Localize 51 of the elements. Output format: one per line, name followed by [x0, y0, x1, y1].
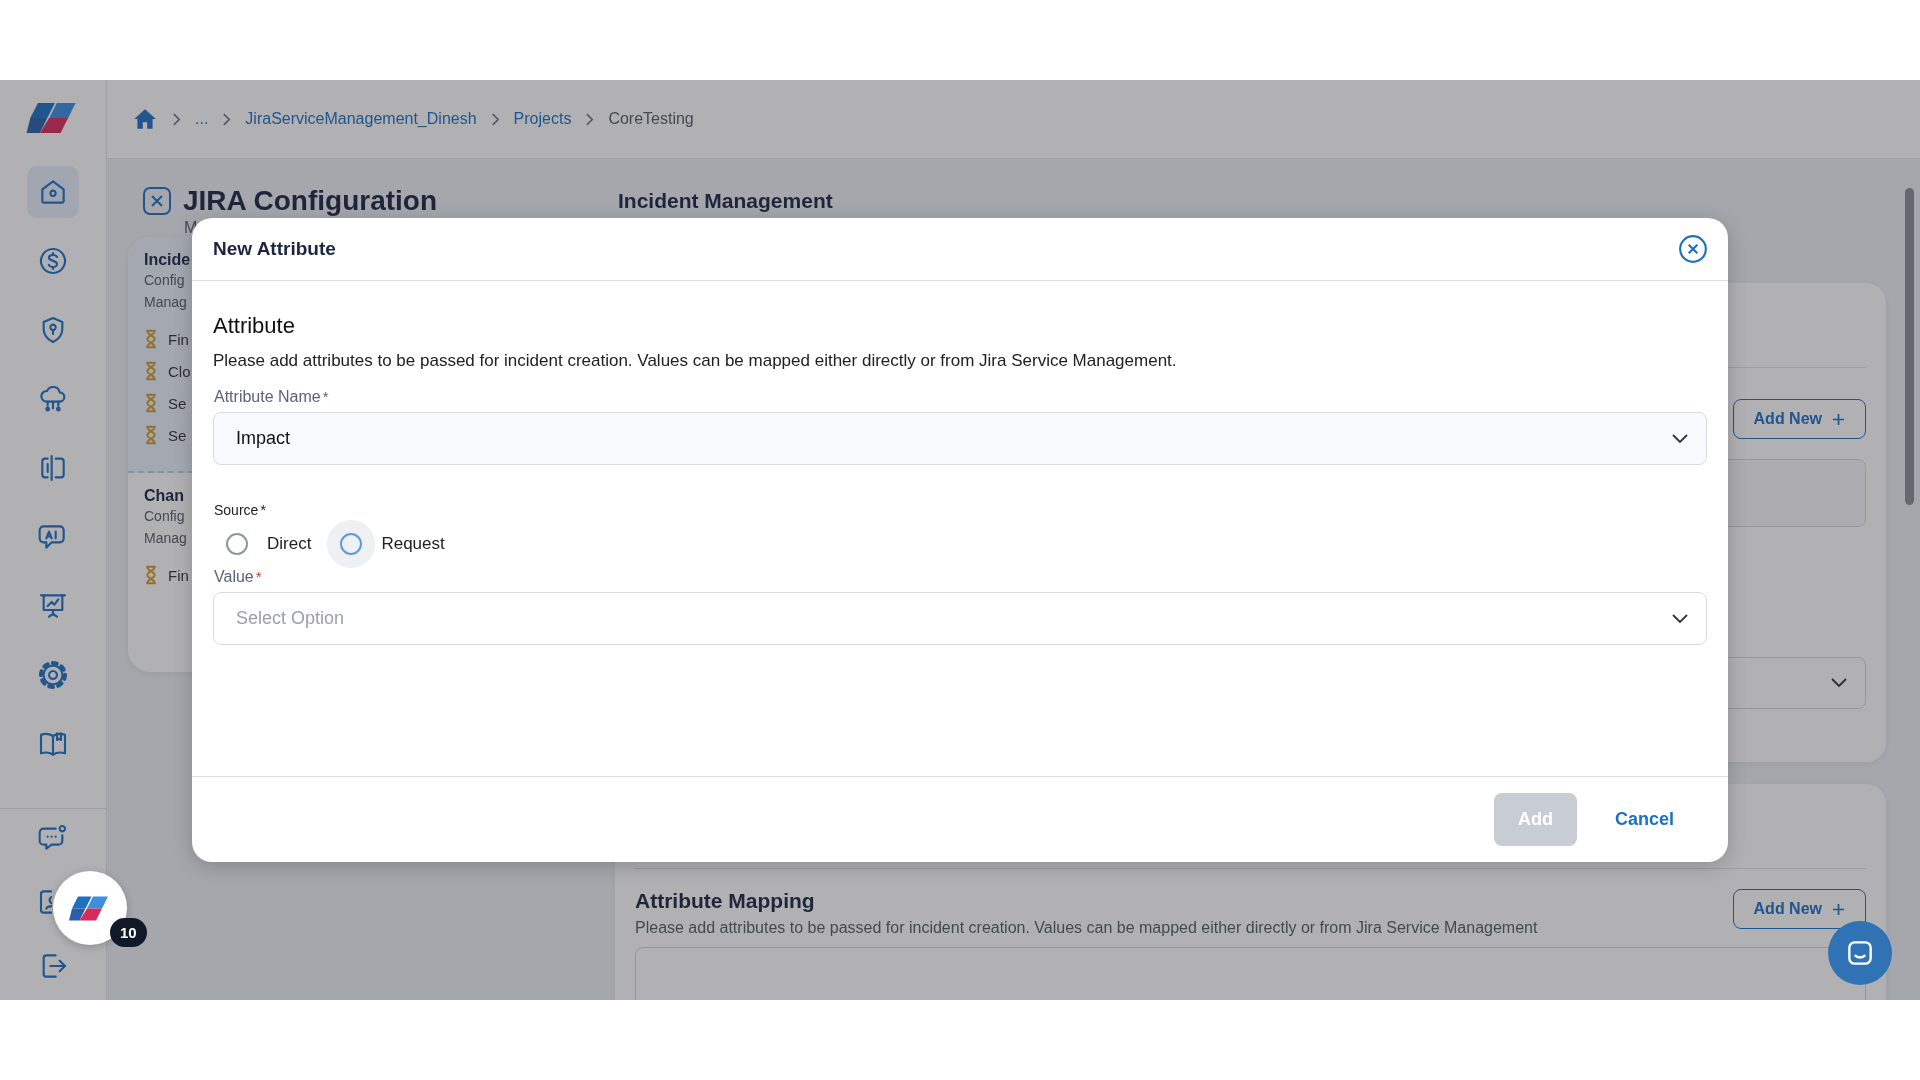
radio-label[interactable]: Direct: [267, 534, 312, 554]
chevron-down-icon: [1831, 678, 1847, 688]
section-text: Manag: [144, 529, 187, 548]
value-select[interactable]: Select Option: [213, 592, 1707, 645]
chevron-right-icon: [490, 111, 500, 127]
section-text: Config: [144, 271, 185, 290]
chevron-right-icon: [222, 111, 232, 127]
step-label: Fin: [168, 330, 189, 348]
chevron-down-icon: [1672, 613, 1688, 624]
notification-badge: 10: [110, 918, 147, 947]
section-heading: Incident Management: [617, 189, 834, 213]
chevron-right-icon: [585, 111, 595, 127]
scrollbar[interactable]: [1905, 188, 1914, 505]
chevron-right-icon: [172, 111, 181, 127]
section-heading: Attribute Mapping: [635, 889, 816, 913]
logo-icon: [69, 894, 111, 922]
section-description: Please add attributes to be passed for incident creation. Values can be mapped either directly or from Jira Service Management: [635, 919, 1538, 937]
step-label: Se: [168, 426, 187, 444]
home-icon[interactable]: [27, 166, 79, 218]
plus-icon: [1832, 412, 1845, 426]
section-title[interactable]: Incide: [144, 251, 191, 269]
add-new-button[interactable]: Add New: [1732, 889, 1866, 929]
form-description: Please add attributes to be passed for incident creation. Values can be mapped either directly or from Jira Service Management.: [213, 351, 1178, 371]
radio-label[interactable]: Request: [381, 534, 445, 554]
close-icon[interactable]: [142, 186, 172, 216]
form-heading: Attribute: [213, 313, 296, 339]
plus-icon: [1832, 902, 1845, 916]
radio-button[interactable]: [226, 533, 248, 555]
step-label: Fin: [168, 566, 189, 584]
cancel-button[interactable]: Cancel: [1598, 793, 1690, 846]
required-mark: *: [322, 388, 329, 405]
chevron-down-icon: [1672, 433, 1688, 444]
page-title: JIRA Configuration: [183, 185, 438, 217]
dialog-title: New Attribute: [213, 238, 336, 260]
attribute-name-select[interactable]: Impact: [213, 412, 1707, 465]
field-label: Attribute Name: [214, 388, 321, 406]
add-new-button[interactable]: Add New: [1732, 399, 1866, 439]
radio-button[interactable]: [340, 533, 363, 555]
field-label: Source: [214, 502, 259, 518]
breadcrumb-link[interactable]: Projects: [513, 110, 572, 128]
breadcrumb-link[interactable]: ...: [195, 110, 209, 128]
section-text: Manag: [144, 293, 187, 312]
step-label: Clo: [168, 362, 191, 380]
section-title[interactable]: Chan: [144, 487, 184, 505]
breadcrumb-link[interactable]: JiraServiceManagement_Dinesh: [245, 110, 477, 128]
required-mark: *: [260, 501, 267, 518]
required-mark: *: [255, 568, 262, 585]
step-label: Se: [168, 394, 187, 412]
section-text: Config: [144, 507, 185, 526]
close-icon[interactable]: [1678, 234, 1708, 264]
field-label: Value: [214, 568, 254, 586]
